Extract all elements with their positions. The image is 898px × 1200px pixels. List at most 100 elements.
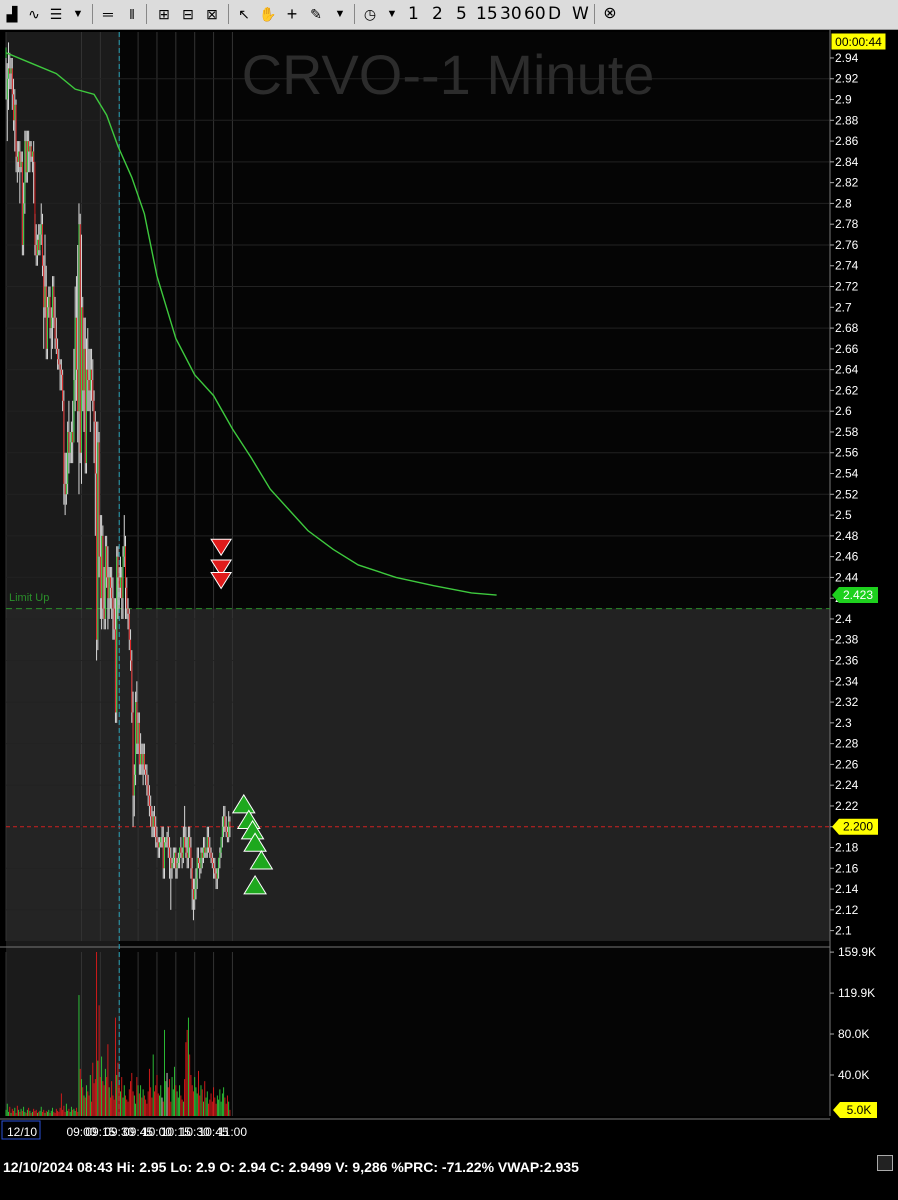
volume-bar (167, 1087, 169, 1116)
candle-body (13, 94, 15, 121)
volume-bar (198, 1070, 199, 1116)
candle-body (92, 380, 94, 401)
volume-bar (166, 1072, 168, 1116)
chart-canvas[interactable]: CRVO--1 Minute 2.942.922.92.882.862.842.… (0, 30, 898, 1152)
line-chart-icon[interactable]: ∿ (24, 4, 44, 24)
volume-bar (219, 1089, 221, 1116)
volume-bar (31, 1111, 33, 1116)
volume-bar (16, 1105, 18, 1116)
volume-bar (164, 1029, 165, 1116)
price-tick-label: 2.48 (835, 529, 859, 543)
candle-body (167, 837, 169, 848)
volume-bar (59, 1107, 61, 1116)
volume-bar (200, 1085, 202, 1116)
vertical-lines-icon[interactable]: ‖ (122, 4, 142, 24)
timeframe-1m-button[interactable]: 1 (408, 4, 419, 24)
volume-bar (186, 1029, 188, 1116)
candle-body (131, 660, 133, 713)
dropdown-arrow-icon[interactable]: ▼ (68, 4, 88, 24)
price-tick-label: 2.14 (835, 882, 859, 896)
volume-bar (29, 1110, 31, 1116)
volume-bar (106, 1077, 108, 1116)
list-settings-icon[interactable]: ☰ (46, 4, 66, 24)
timeframe-2m-button[interactable]: 2 (432, 4, 443, 24)
volume-bar (220, 1101, 222, 1116)
close-circle-icon[interactable]: ⊗ (600, 4, 620, 24)
grid-layout-2-icon[interactable]: ⊟ (178, 4, 198, 24)
candle-body (26, 141, 28, 173)
candle-body (159, 842, 160, 848)
candle-body (198, 857, 199, 864)
price-tick-label: 2.32 (835, 695, 859, 709)
price-tick-label: 2.38 (835, 633, 859, 647)
draw-tools-icon[interactable]: ✎ (306, 4, 326, 24)
dropdown-arrow-icon[interactable]: ▼ (382, 4, 402, 24)
price-tick-label: 2.16 (835, 861, 859, 875)
bar-chart-icon[interactable]: ▟ (2, 4, 22, 24)
candle-body (175, 852, 177, 869)
edit-grid-icon[interactable]: ⊠ (202, 4, 222, 24)
timeframe-60m-button[interactable]: 60 (524, 4, 546, 24)
volume-bar (19, 1111, 21, 1116)
timeframe-daily-button[interactable]: D (548, 4, 561, 24)
volume-bar (210, 1093, 212, 1116)
ohlc-status-text: 12/10/2024 08:43 Hi: 2.95 Lo: 2.9 O: 2.9… (3, 1159, 579, 1175)
candle-body (15, 104, 17, 157)
volume-bar (218, 1099, 220, 1116)
volume-bar (120, 1091, 121, 1116)
candle-body (9, 68, 11, 74)
candle-body (83, 348, 85, 391)
candle-body (142, 754, 144, 765)
volume-bar (228, 1101, 230, 1116)
volume-bar (150, 1087, 152, 1116)
volume-bar (195, 1087, 197, 1116)
volume-bar (94, 1079, 96, 1116)
horizontal-lines-icon[interactable]: ═ (98, 4, 118, 24)
volume-bar (13, 1110, 15, 1116)
volume-bar (181, 1099, 183, 1116)
pan-hand-icon[interactable]: ✋ (258, 4, 278, 24)
volume-bar (74, 1110, 76, 1116)
volume-bar (82, 1087, 84, 1116)
price-tick-label: 2.34 (835, 674, 859, 688)
candle-body (224, 816, 226, 827)
candle-body (140, 754, 142, 765)
arrow-cursor-icon[interactable]: ↖ (234, 4, 254, 24)
volume-bar (70, 1106, 72, 1116)
grid-layout-icon[interactable]: ⊞ (154, 4, 174, 24)
status-resize-box[interactable] (877, 1155, 893, 1171)
candle-body (10, 68, 12, 74)
volume-bar (52, 1107, 53, 1116)
volume-bar (57, 1110, 59, 1116)
timeframe-weekly-button[interactable]: W (572, 4, 589, 24)
candle-body (160, 837, 162, 843)
candle-body (98, 442, 100, 557)
candle-body (48, 296, 50, 308)
volume-bar (204, 1081, 206, 1116)
timeframe-15m-button[interactable]: 15 (476, 4, 498, 24)
volume-bar (53, 1111, 55, 1116)
chart-title-watermark: CRVO--1 Minute (242, 43, 655, 106)
price-tick-label: 2.88 (835, 113, 859, 127)
timeframe-30m-button[interactable]: 30 (500, 4, 522, 24)
price-tick-label: 2.68 (835, 321, 859, 335)
volume-bar (79, 1068, 81, 1116)
dropdown-arrow-icon[interactable]: ▼ (330, 4, 350, 24)
candle-body (203, 847, 204, 858)
volume-bar (47, 1111, 48, 1116)
volume-bar (209, 1099, 211, 1116)
candle-body (104, 546, 106, 619)
toolbar-separator (594, 4, 595, 24)
volume-bar (81, 1079, 82, 1116)
candle-body (199, 863, 201, 869)
volume-bar (11, 1108, 13, 1116)
clock-icon[interactable]: ◷ (360, 4, 380, 24)
volume-bar (211, 1101, 213, 1116)
crosshair-icon[interactable]: + (282, 4, 302, 24)
price-tick-label: 2.76 (835, 238, 859, 252)
price-tick-label: 2.18 (835, 841, 859, 855)
candle-body (20, 161, 22, 168)
volume-bar (39, 1110, 41, 1116)
timeframe-5m-button[interactable]: 5 (456, 4, 467, 24)
volume-badge-text: 5.0K (847, 1103, 872, 1117)
